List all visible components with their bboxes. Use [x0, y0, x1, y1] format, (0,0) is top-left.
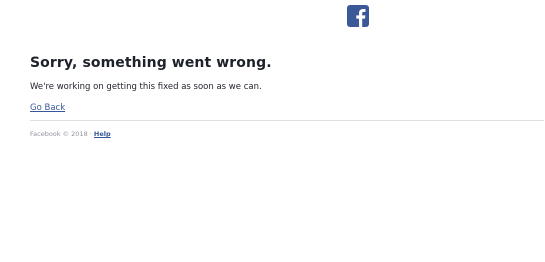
footer-divider — [30, 120, 544, 121]
go-back-link[interactable]: Go Back — [30, 102, 65, 114]
facebook-f-icon — [356, 9, 366, 27]
footer: Facebook © 2018 · Help — [30, 129, 540, 139]
error-message: We're working on getting this fixed as s… — [30, 82, 262, 92]
error-title: Sorry, something went wrong. — [30, 55, 272, 71]
copyright-text: Facebook © 2018 — [30, 130, 88, 138]
error-page: Sorry, something went wrong. We're worki… — [0, 0, 545, 262]
error-content: Sorry, something went wrong. We're worki… — [30, 54, 544, 139]
help-link[interactable]: Help — [94, 130, 111, 138]
facebook-logo-icon[interactable] — [347, 5, 369, 27]
